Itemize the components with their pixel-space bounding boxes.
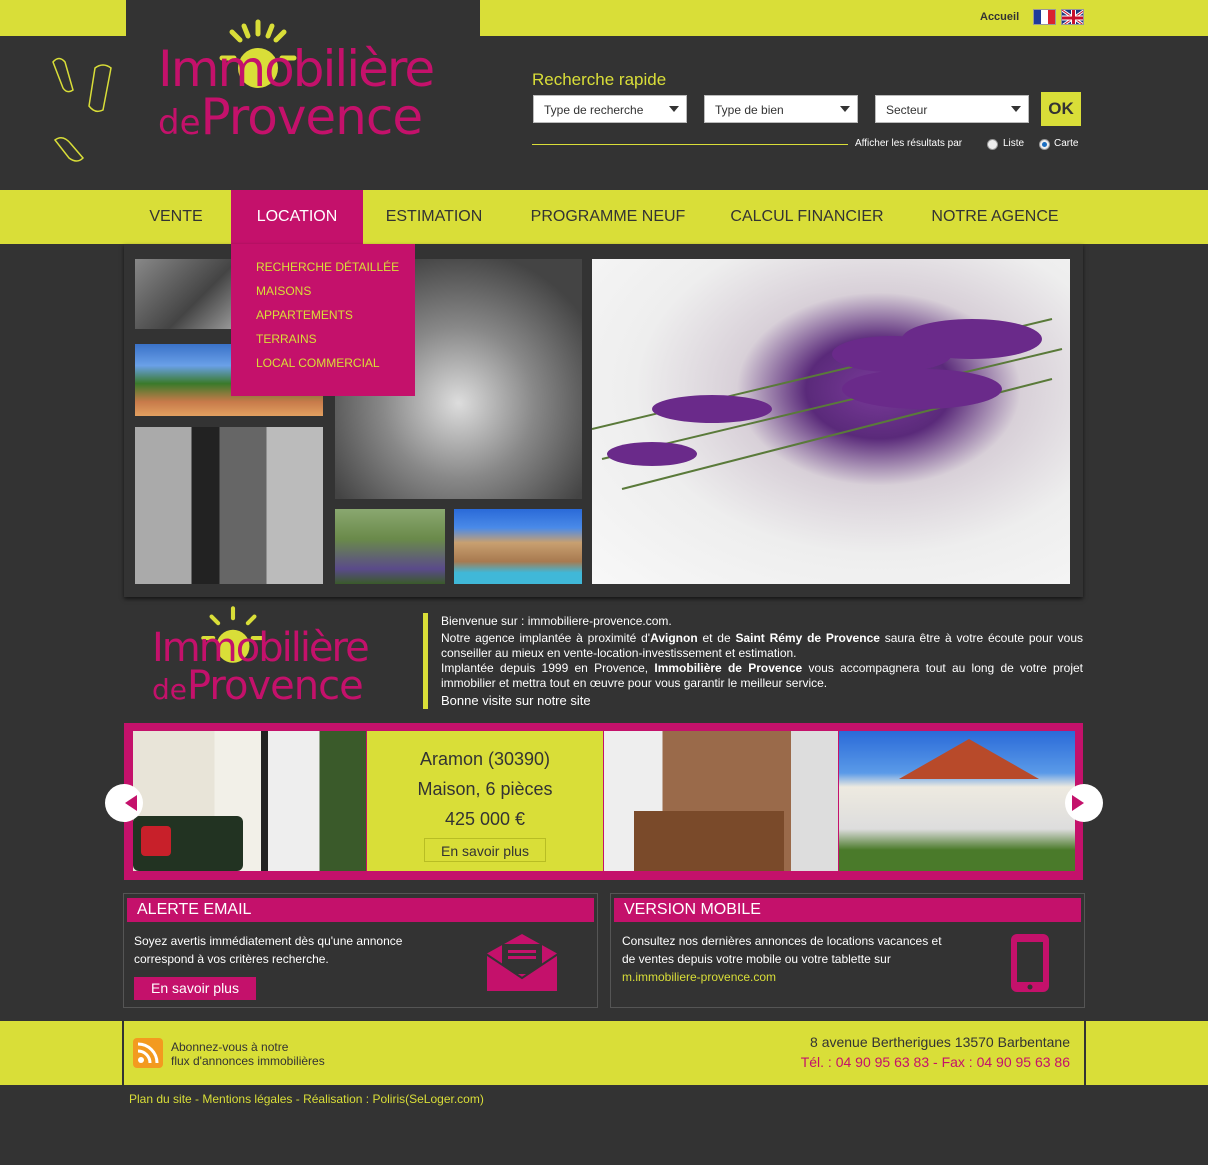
nav-programme-neuf[interactable]: PROGRAMME NEUF (520, 190, 696, 244)
nav-location[interactable]: LOCATION (231, 190, 363, 244)
rss-subscribe-text[interactable]: Abonnez-vous à notre flux d'annonces imm… (171, 1040, 325, 1068)
intro-accent-bar (423, 613, 428, 709)
type-recherche-select[interactable]: Type de recherche (533, 95, 687, 123)
dropdown-terrains[interactable]: TERRAINS (231, 330, 415, 354)
nav-notre-agence[interactable]: NOTRE AGENCE (918, 190, 1072, 244)
chevron-down-icon (669, 106, 679, 112)
site-logo[interactable]: Immobilière deProvence (150, 18, 460, 148)
photo-lavender-towel (592, 259, 1070, 584)
nav-estimation[interactable]: ESTIMATION (370, 190, 498, 244)
logo-decoration-icon (52, 57, 112, 162)
home-link[interactable]: Accueil (980, 11, 1019, 23)
dropdown-appartements[interactable]: APPARTEMENTS (231, 306, 415, 330)
dropdown-local-commercial[interactable]: LOCAL COMMERCIAL (231, 354, 415, 378)
radio-liste[interactable] (987, 139, 998, 150)
photo-lavender-field (335, 509, 445, 584)
footer-links[interactable]: Plan du site - Mentions légales - Réalis… (129, 1092, 484, 1106)
intro-welcome: Bienvenue sur : immobiliere-provence.com… (441, 614, 672, 628)
alert-email-button[interactable]: En savoir plus (134, 977, 256, 1000)
mobile-version-box: VERSION MOBILE Consultez nos dernières a… (610, 893, 1085, 1008)
chevron-right-icon (1072, 795, 1084, 811)
type-bien-select[interactable]: Type de bien (704, 95, 858, 123)
search-ok-button[interactable]: OK (1041, 92, 1081, 126)
intro-logo: Immobilière deProvence (148, 605, 398, 710)
nav-vente[interactable]: VENTE (130, 190, 222, 244)
radio-liste-label: Liste (1003, 138, 1025, 149)
dropdown-recherche-detaillee[interactable]: RECHERCHE DÉTAILLÉE (231, 258, 415, 282)
envelope-icon (485, 934, 559, 993)
top-right-strip (480, 0, 1208, 36)
mobile-site-link[interactable]: m.immobiliere-provence.com (622, 970, 776, 984)
mobile-phone-icon (1011, 934, 1049, 992)
location-dropdown: RECHERCHE DÉTAILLÉE MAISONS APPARTEMENTS… (231, 244, 415, 396)
agency-phone: Tél. : 04 90 95 63 83 - Fax : 04 90 95 6… (800, 1054, 1070, 1070)
nav-calcul-financier[interactable]: CALCUL FINANCIER (718, 190, 896, 244)
intro-logo-line2: deProvence (152, 663, 364, 709)
display-results-label: Afficher les résultats par (855, 138, 963, 149)
logo-line2: deProvence (158, 88, 423, 146)
fr-flag-icon[interactable] (1033, 9, 1056, 25)
intro-paragraph-2: Implantée depuis 1999 en Provence, Immob… (441, 661, 1083, 690)
radio-carte[interactable] (1039, 139, 1050, 150)
slide-more-button[interactable]: En savoir plus (424, 838, 546, 862)
slide-price: 425 000 € (444, 809, 526, 829)
mobile-version-text: Consultez nos dernières annonces de loca… (622, 934, 942, 984)
slide-photo-dining-room[interactable] (604, 731, 838, 871)
uk-flag-icon[interactable] (1061, 9, 1084, 25)
mobile-version-title: VERSION MOBILE (614, 898, 1081, 922)
slide-location: Aramon (30390) (419, 749, 551, 769)
quick-search-title: Recherche rapide (532, 70, 667, 89)
chevron-down-icon (1011, 106, 1021, 112)
intro-text: Bienvenue sur : immobiliere-provence.com… (441, 614, 1083, 708)
secteur-select[interactable]: Secteur (875, 95, 1029, 123)
footer-separator-right (1084, 1021, 1086, 1085)
chevron-left-icon (125, 795, 137, 811)
radio-carte-label: Carte (1054, 138, 1079, 149)
photo-pool-house (454, 509, 582, 584)
alert-email-title: ALERTE EMAIL (127, 898, 594, 922)
chevron-down-icon (840, 106, 850, 112)
agency-address: 8 avenue Bertherigues 13570 Barbentane (810, 1034, 1070, 1050)
alert-email-text: Soyez avertis immédiatement dès qu'une a… (134, 934, 403, 966)
slide-photo-house-exterior[interactable] (839, 731, 1075, 871)
footer-separator-left (122, 1021, 124, 1085)
dropdown-maisons[interactable]: MAISONS (231, 282, 415, 306)
slider-next-button[interactable] (1065, 784, 1103, 822)
intro-paragraph-1: Notre agence implantée à proximité d'Avi… (441, 631, 1084, 660)
rss-icon[interactable] (133, 1038, 163, 1068)
quick-search-divider (532, 144, 848, 145)
top-left-strip (0, 0, 126, 36)
intro-closing: Bonne visite sur notre site (441, 693, 591, 708)
slide-type: Maison, 6 pièces (417, 779, 553, 799)
photo-stone-doorway (135, 427, 323, 584)
slider-prev-button[interactable] (105, 784, 143, 822)
slide-photo-living-room[interactable] (133, 731, 366, 871)
